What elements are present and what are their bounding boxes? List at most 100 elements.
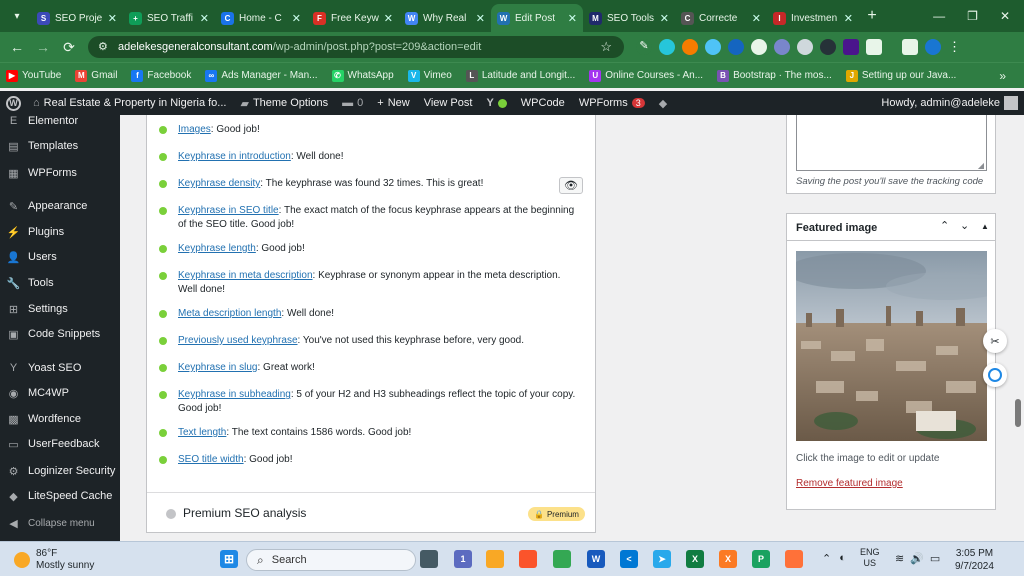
sidebar-item[interactable]: ⊞ Settings (0, 298, 120, 320)
wpforms-menu[interactable]: WPForms 3 (579, 97, 645, 109)
sidebar-item[interactable]: Y Yoast SEO (0, 357, 120, 379)
bookmark-item[interactable]: V Vimeo (407, 69, 452, 82)
download-icon[interactable] (902, 39, 918, 55)
vscode-icon[interactable]: < (620, 550, 638, 568)
pen-ext-icon[interactable]: ✎ (636, 39, 652, 55)
tab-close-icon[interactable]: ✕ (844, 12, 853, 25)
resize-handle-icon[interactable]: ◢ (978, 161, 984, 170)
sidebar-item[interactable]: ▦ WPForms (0, 162, 120, 184)
sidebar-item[interactable]: ◉ MC4WP (0, 382, 120, 404)
blue-ext-icon[interactable] (705, 39, 721, 55)
g-ext-icon[interactable] (751, 39, 767, 55)
minimize-icon[interactable]: — (933, 9, 945, 23)
seo-check-link[interactable]: Keyphrase density (178, 178, 260, 189)
page-scrollbar[interactable] (1012, 115, 1024, 541)
bookmark-star-icon[interactable]: ☆ (600, 39, 612, 55)
browser-tab[interactable]: M SEO Tools ✕ (583, 4, 675, 32)
sidebar-item[interactable]: E Elementor (0, 110, 120, 132)
sidebar-item[interactable]: ▤ Templates (0, 135, 120, 157)
view-post-link[interactable]: View Post (424, 97, 473, 109)
firefox-icon[interactable] (785, 550, 803, 568)
new-tab-button[interactable]: + (859, 3, 885, 29)
seo-check-link[interactable]: Keyphrase in meta description (178, 270, 313, 281)
account-menu[interactable]: Howdy, admin@adeleke (881, 96, 1018, 110)
seo-check-link[interactable]: Keyphrase length (178, 243, 256, 254)
reload-button[interactable]: ⟳ (56, 34, 82, 60)
yoast-menu[interactable]: Y (486, 97, 507, 109)
more-bookmarks-icon[interactable]: » (999, 69, 1024, 83)
seo-check-link[interactable]: Keyphrase in subheading (178, 389, 291, 400)
bookmark-item[interactable]: ∞ Ads Manager - Man... (205, 69, 318, 82)
layers-ext-icon[interactable] (797, 39, 813, 55)
browser-tab[interactable]: S SEO Proje ✕ (31, 4, 123, 32)
site-info-icon[interactable]: ⚙ (98, 40, 108, 53)
close-window-icon[interactable]: ✕ (1000, 9, 1010, 23)
premium-seo-analysis-row[interactable]: Premium SEO analysis 🔒 Premium (147, 492, 595, 533)
brave-browser-icon[interactable] (519, 550, 537, 568)
seo-check-link[interactable]: Keyphrase in introduction (178, 151, 291, 162)
diamond-menu[interactable]: ◆ (659, 97, 667, 110)
site-name-menu[interactable]: ⌂ Real Estate & Property in Nigeria fo... (33, 97, 226, 109)
tab-close-icon[interactable]: ✕ (660, 12, 669, 25)
sidebar-item[interactable]: 👤 Users (0, 246, 120, 268)
theme-options-menu[interactable]: ▰ Theme Options (240, 97, 328, 110)
seo-check-link[interactable]: Keyphrase in SEO title (178, 205, 279, 216)
tab-search-button[interactable]: ▾ (3, 3, 31, 29)
seo-check-link[interactable]: Meta description length (178, 308, 281, 319)
sidebar-item[interactable]: ▭ UserFeedback (0, 433, 120, 455)
scrollbar-thumb[interactable] (1015, 399, 1021, 427)
telegram-icon[interactable]: ➤ (653, 550, 671, 568)
seo-check-link[interactable]: Text length (178, 427, 226, 438)
tray-chevron-icon[interactable]: ⌃ (822, 552, 831, 565)
tab-close-icon[interactable]: ✕ (384, 12, 393, 25)
comments-menu[interactable]: ▬ 0 (342, 97, 363, 109)
user-ext-icon[interactable] (774, 39, 790, 55)
bookmark-item[interactable]: U Online Courses - An... (589, 69, 703, 82)
sidebar-item[interactable]: 🔧 Tools (0, 272, 120, 294)
sidebar-item[interactable]: ⚙ Loginizer Security (0, 460, 120, 482)
seo-check-link[interactable]: Keyphrase in slug (178, 362, 258, 373)
browser-tab[interactable]: C Home - C ✕ (215, 4, 307, 32)
chat-app-icon[interactable]: 1 (454, 550, 472, 568)
restore-icon[interactable]: ❐ (967, 9, 978, 23)
scissors-button[interactable]: ✂ (983, 329, 1007, 353)
bookmark-item[interactable]: B Bootstrap · The mos... (717, 69, 832, 82)
tab-close-icon[interactable]: ✕ (200, 12, 209, 25)
tab-close-icon[interactable]: ✕ (476, 12, 485, 25)
wpcode-menu[interactable]: WPCode (521, 97, 565, 109)
tab-close-icon[interactable]: ✕ (568, 12, 577, 25)
taskbar-search[interactable]: ⌕ Search (246, 549, 416, 571)
tab-close-icon[interactable]: ✕ (108, 12, 117, 25)
bookmark-item[interactable]: f Facebook (131, 69, 191, 82)
xampp-icon[interactable]: X (719, 550, 737, 568)
address-bar[interactable]: ⚙ adelekesgeneralconsultant.com/wp-admin… (88, 36, 624, 58)
browser-tab[interactable]: I Investmen ✕ (767, 4, 859, 32)
weather-widget[interactable]: 86°F Mostly sunny (14, 548, 94, 572)
tab-close-icon[interactable]: ✕ (292, 12, 301, 25)
excel-icon[interactable]: X (686, 550, 704, 568)
m-ext-icon[interactable] (843, 39, 859, 55)
sidebar-item[interactable]: ◆ LiteSpeed Cache (0, 485, 120, 507)
search-ext-icon[interactable] (659, 39, 675, 55)
file-explorer-icon[interactable] (486, 550, 504, 568)
browser-tab[interactable]: C Correcte ✕ (675, 4, 767, 32)
collapse-toggle-icon[interactable]: ▲ (981, 222, 989, 231)
new-content-menu[interactable]: + New (377, 97, 409, 109)
orange-ext-icon[interactable] (682, 39, 698, 55)
chat-widget-button[interactable] (983, 363, 1007, 387)
ring-ext-icon[interactable] (728, 39, 744, 55)
bookmark-item[interactable]: ✆ WhatsApp (331, 69, 394, 82)
wp-logo-menu[interactable]: W (6, 95, 21, 111)
network-volume-battery[interactable]: ≋ 🔊 ▭ (895, 552, 940, 565)
move-down-icon[interactable]: ⌄ (960, 219, 969, 232)
tracking-code-textarea[interactable]: ◢ (796, 115, 987, 171)
browser-tab[interactable]: + SEO Traffi ✕ (123, 4, 215, 32)
bookmark-item[interactable]: J Setting up our Java... (845, 69, 956, 82)
featured-image-thumbnail[interactable] (796, 251, 987, 441)
highlight-eye-button[interactable]: 👁 (559, 177, 583, 194)
sidebar-item[interactable]: ▣ Code Snippets (0, 323, 120, 345)
green-app-icon[interactable]: P (752, 550, 770, 568)
move-up-icon[interactable]: ⌃ (940, 219, 949, 232)
sidebar-item[interactable]: ▩ Wordfence (0, 408, 120, 430)
word-icon[interactable]: W (587, 550, 605, 568)
